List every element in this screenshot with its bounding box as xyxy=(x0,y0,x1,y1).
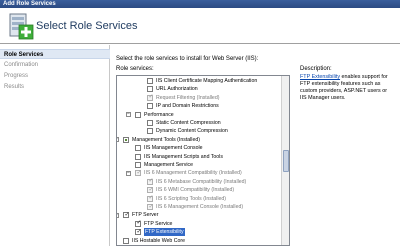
tree-row[interactable]: ✓ Request Filtering (Installed) xyxy=(117,94,281,102)
tree-row[interactable]: IIS Hostable Web Core xyxy=(117,237,281,245)
tree-item-label: IIS Hostable Web Core xyxy=(132,237,185,244)
tree-expander-icon[interactable]: − xyxy=(126,170,131,176)
tree-item-label: IIS Management Scripts and Tools xyxy=(144,153,223,160)
tree-item-label: IIS Management Console xyxy=(144,145,203,152)
role-services-tree[interactable]: IIS Client Certificate Mapping Authentic… xyxy=(116,75,290,246)
title-bar: Add Role Services xyxy=(0,0,400,8)
tree-item-label: Performance xyxy=(144,111,174,118)
tree-item-label: IIS 6 Scripting Tools (Installed) xyxy=(156,195,226,202)
tree-row[interactable]: −✓FTP Server xyxy=(117,211,281,219)
checkmark-icon: ✓ xyxy=(148,203,154,210)
nav-item-results[interactable]: Results xyxy=(0,82,110,92)
checkmark-icon: ✓ xyxy=(148,186,154,193)
role-checkbox[interactable]: ✓ xyxy=(135,169,142,177)
tree-row[interactable]: Static Content Compression xyxy=(117,119,281,127)
tree-row[interactable]: − Management Tools (Installed) xyxy=(117,136,281,144)
checkmark-icon: ✓ xyxy=(136,228,142,235)
wizard-header: Select Role Services xyxy=(0,8,400,44)
tree-item-label: IIS 6 WMI Compatibility (Installed) xyxy=(156,187,235,194)
tree-item-label: IP and Domain Restrictions xyxy=(156,103,219,110)
role-checkbox[interactable] xyxy=(147,120,153,126)
checkmark-icon: ✓ xyxy=(148,178,154,185)
nav-item-confirmation[interactable]: Confirmation xyxy=(0,60,110,70)
role-checkbox[interactable] xyxy=(135,145,141,152)
role-checkbox[interactable]: ✓ xyxy=(147,203,154,210)
tree-item-label: FTP Server xyxy=(132,212,159,219)
tree-row[interactable]: ✓ IIS 6 WMI Compatibility (Installed) xyxy=(117,186,281,194)
nav-item-role-services[interactable]: Role Services xyxy=(0,49,110,59)
description-text: FTP Extensibility enables support for FT… xyxy=(300,74,395,102)
checkmark-icon: ✓ xyxy=(148,94,154,101)
role-checkbox[interactable]: ✓ xyxy=(147,178,154,185)
role-checkbox[interactable] xyxy=(147,103,153,110)
tree-expander-icon[interactable]: − xyxy=(126,112,131,118)
tree-row[interactable]: URL Authorization xyxy=(117,85,281,93)
tree-row[interactable]: ✓ FTP Service xyxy=(117,220,281,228)
role-checkbox[interactable]: ✓ xyxy=(135,220,142,227)
page-title: Select Role Services xyxy=(36,20,138,32)
tree-row[interactable]: − Performance xyxy=(117,111,281,119)
tree-scrollbar[interactable] xyxy=(281,76,289,245)
tree-row[interactable]: ✓ IIS 6 Metabase Compatibility (Installed… xyxy=(117,178,281,186)
role-checkbox[interactable] xyxy=(147,86,153,93)
checkmark-icon: ✓ xyxy=(136,169,142,176)
role-checkbox[interactable] xyxy=(123,136,129,143)
role-checkbox[interactable]: ✓ xyxy=(123,211,130,219)
scrollbar-thumb[interactable] xyxy=(283,150,289,172)
role-services-label: Role services: xyxy=(116,66,154,72)
tree-item-label: IIS 6 Management Compatibility (Installe… xyxy=(144,170,242,177)
tree-row[interactable]: IIS Management Scripts and Tools xyxy=(117,153,281,161)
tree-item-label: IIS Client Certificate Mapping Authentic… xyxy=(156,78,258,84)
intro-text: Select the role services to install for … xyxy=(116,56,259,62)
role-checkbox[interactable] xyxy=(147,78,153,84)
checkmark-icon: ✓ xyxy=(148,195,154,202)
role-checkbox[interactable]: ✓ xyxy=(147,94,154,101)
tree-item-label: Dynamic Content Compression xyxy=(156,128,228,135)
role-checkbox[interactable] xyxy=(147,128,153,135)
role-checkbox[interactable]: ✓ xyxy=(147,186,154,194)
tree-item-label: Management Service xyxy=(144,162,194,168)
tree-item-label: FTP Extensibility xyxy=(144,228,185,237)
server-role-icon xyxy=(9,13,34,40)
main-panel: Select the role services to install for … xyxy=(110,45,400,246)
tree-item-label: Management Tools (Installed) xyxy=(132,136,200,143)
description-label: Description: xyxy=(300,66,332,72)
tree-expander-icon[interactable]: − xyxy=(117,137,119,143)
tree-row[interactable]: IIS Client Certificate Mapping Authentic… xyxy=(117,77,281,85)
window-title: Add Role Services xyxy=(3,1,56,7)
tree-row[interactable]: IP and Domain Restrictions xyxy=(117,102,281,110)
tree-row[interactable]: ✓ FTP Extensibility xyxy=(117,228,281,237)
tree-item-label: Request Filtering (Installed) xyxy=(156,94,220,101)
role-checkbox[interactable] xyxy=(135,111,141,118)
role-checkbox[interactable] xyxy=(135,162,141,168)
tree-item-label: FTP Service xyxy=(144,220,173,227)
tree-row[interactable]: ✓ IIS 6 Management Console (Installed) xyxy=(117,203,281,211)
tree-row[interactable]: ✓ IIS 6 Scripting Tools (Installed) xyxy=(117,195,281,203)
tree-item-label: IIS 6 Management Console (Installed) xyxy=(156,204,244,210)
tree-item-label: Static Content Compression xyxy=(156,120,221,126)
tree-row[interactable]: IIS Management Console xyxy=(117,144,281,152)
wizard-steps-nav: Role Services Confirmation Progress Resu… xyxy=(0,45,110,246)
tree-item-label: URL Authorization xyxy=(156,86,198,93)
role-checkbox[interactable]: ✓ xyxy=(135,228,142,236)
role-checkbox[interactable] xyxy=(123,237,129,244)
tree-expander-icon[interactable]: − xyxy=(117,212,119,218)
role-checkbox[interactable]: ✓ xyxy=(147,195,154,202)
checkmark-icon: ✓ xyxy=(136,220,142,227)
tree-row[interactable]: − ✓ IIS 6 Management Compatibility (Instal… xyxy=(117,169,281,177)
description-link[interactable]: FTP Extensibility xyxy=(300,74,340,80)
checkmark-icon: ✓ xyxy=(124,211,130,218)
tree-item-label: IIS 6 Metabase Compatibility (Installed) xyxy=(156,178,247,185)
tree-row[interactable]: Dynamic Content Compression xyxy=(117,127,281,135)
nav-item-progress[interactable]: Progress xyxy=(0,71,110,81)
tree-row[interactable]: Management Service xyxy=(117,161,281,169)
role-checkbox[interactable] xyxy=(135,153,141,160)
